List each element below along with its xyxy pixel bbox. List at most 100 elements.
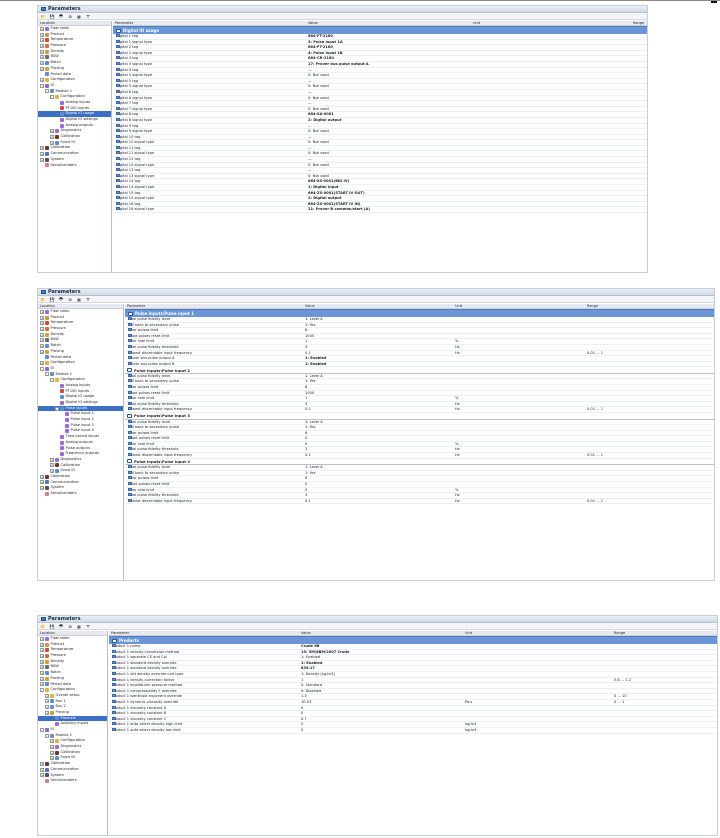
expander-icon[interactable]: +	[40, 761, 44, 766]
value-cell[interactable]: 21: Prover B common/start (A)	[308, 207, 370, 213]
expander-icon[interactable]: +	[50, 457, 54, 462]
expander-icon[interactable]: +	[40, 26, 44, 31]
value-cell[interactable]: 1: Enabled	[305, 362, 326, 368]
expander-icon[interactable]: +	[40, 66, 44, 71]
col-parameter[interactable]: Parameter	[111, 631, 129, 636]
table-row[interactable]: Lowest discernable input frequency 0.1 Hz 0…	[125, 453, 714, 459]
expander-icon[interactable]: +	[45, 705, 49, 710]
print-icon[interactable]: 🖶	[58, 13, 64, 19]
open-icon[interactable]: 📂	[40, 624, 46, 629]
expander-icon[interactable]: +	[40, 146, 44, 151]
value-cell[interactable]: 0.1	[305, 499, 311, 505]
expander-icon[interactable]: -	[40, 366, 44, 371]
grid-icon[interactable]: ▦	[76, 14, 82, 19]
expander-icon[interactable]: +	[50, 129, 54, 134]
save-icon[interactable]: 💾	[49, 624, 55, 629]
table-row[interactable]: Prover bus pulse output B 1: Enabled	[125, 361, 714, 368]
expander-icon[interactable]: +	[40, 38, 44, 43]
expander-icon[interactable]: +	[40, 642, 44, 647]
expander-icon[interactable]: -	[45, 372, 49, 377]
filter-icon[interactable]: ⛛	[85, 624, 91, 629]
expander-icon[interactable]: +	[40, 32, 44, 37]
expander-icon[interactable]: -	[50, 378, 54, 383]
col-range[interactable]: Range	[587, 304, 598, 309]
grid-icon[interactable]: ▦	[76, 297, 82, 302]
expander-icon[interactable]: +	[45, 699, 49, 704]
expander-icon[interactable]: +	[45, 693, 49, 698]
tree-item[interactable]: Serialnumbers	[38, 163, 111, 169]
expander-icon[interactable]: +	[40, 338, 44, 343]
expander-icon[interactable]: +	[40, 682, 44, 687]
expander-icon[interactable]: +	[40, 326, 44, 331]
value-cell[interactable]: 0.1	[305, 407, 311, 413]
tree-icon[interactable]: ⊞	[67, 14, 73, 19]
expander-icon[interactable]: +	[40, 767, 44, 772]
col-parameter[interactable]: Parameter	[115, 21, 133, 26]
expander-icon[interactable]: +	[40, 773, 44, 778]
open-icon[interactable]: 📂	[40, 14, 46, 19]
expander-icon[interactable]: +	[40, 49, 44, 54]
col-unit[interactable]: Unit	[465, 631, 472, 636]
print-icon[interactable]: 🖶	[58, 296, 64, 302]
expander-icon[interactable]: +	[40, 636, 44, 641]
expander-icon[interactable]: +	[40, 332, 44, 337]
col-range[interactable]: Range	[633, 21, 644, 26]
expander-icon[interactable]: +	[40, 343, 44, 348]
save-icon[interactable]: 💾	[49, 14, 55, 19]
expander-icon[interactable]: +	[40, 55, 44, 60]
table-row[interactable]: Lowest discernable input frequency 0.1 Hz 0…	[125, 498, 714, 505]
table-row[interactable]: Product 1 auto select density low limit 0…	[109, 727, 717, 734]
expander-icon[interactable]: +	[40, 653, 44, 658]
print-icon[interactable]: 🖶	[58, 623, 64, 629]
expander-icon[interactable]: +	[40, 659, 44, 664]
expander-icon[interactable]: +	[45, 710, 49, 715]
expander-icon[interactable]: -	[40, 727, 44, 732]
col-range[interactable]: Range	[614, 631, 625, 636]
expander-icon[interactable]: +	[50, 739, 54, 744]
expander-icon[interactable]: +	[40, 349, 44, 354]
expander-icon[interactable]: +	[40, 665, 44, 670]
tree-icon[interactable]: ⊞	[67, 297, 73, 302]
col-value[interactable]: Value	[305, 304, 315, 309]
expander-icon[interactable]: -	[45, 733, 49, 738]
expander-icon[interactable]: +	[40, 78, 44, 83]
open-icon[interactable]: 📂	[40, 297, 46, 302]
col-unit[interactable]: Unit	[473, 21, 480, 26]
expander-icon[interactable]: +	[40, 321, 44, 326]
value-cell[interactable]: 0.1	[305, 453, 311, 459]
expander-icon[interactable]: +	[40, 157, 44, 162]
expander-icon[interactable]: +	[40, 648, 44, 653]
expander-icon[interactable]: +	[40, 670, 44, 675]
tree-item[interactable]: Serialnumbers	[38, 491, 123, 497]
tree-icon[interactable]: ⊞	[67, 624, 73, 629]
table-row[interactable]: Lowest discernable input frequency 0.1 Hz 0…	[125, 407, 714, 413]
filter-icon[interactable]: ⛛	[85, 297, 91, 302]
expander-icon[interactable]: +	[50, 463, 54, 468]
col-parameter[interactable]: Parameter	[127, 304, 145, 309]
expander-icon[interactable]: -	[40, 83, 44, 88]
filter-icon[interactable]: ⛛	[85, 14, 91, 19]
expander-icon[interactable]: +	[40, 486, 44, 491]
grid-icon[interactable]: ▦	[76, 624, 82, 629]
expander-icon[interactable]: +	[40, 43, 44, 48]
expander-icon[interactable]: -	[40, 688, 44, 693]
expander-icon[interactable]: +	[40, 480, 44, 485]
expander-icon[interactable]: -	[55, 406, 59, 411]
expander-icon[interactable]: +	[40, 361, 44, 366]
col-unit[interactable]: Unit	[455, 304, 462, 309]
expander-icon[interactable]: +	[40, 315, 44, 320]
expander-icon[interactable]: +	[50, 469, 54, 474]
expander-icon[interactable]: +	[40, 676, 44, 681]
save-icon[interactable]: 💾	[49, 297, 55, 302]
expander-icon[interactable]: +	[50, 134, 54, 139]
col-value[interactable]: Value	[301, 631, 311, 636]
expander-icon[interactable]: +	[40, 309, 44, 314]
expander-icon[interactable]: +	[50, 140, 54, 145]
col-value[interactable]: Value	[308, 21, 318, 26]
expander-icon[interactable]: +	[50, 750, 54, 755]
table-row[interactable]: Digital 16 signal type 21: Prover B commo…	[113, 207, 647, 213]
expander-icon[interactable]: +	[40, 151, 44, 156]
expander-icon[interactable]: -	[45, 89, 49, 94]
expander-icon[interactable]: +	[40, 474, 44, 479]
expander-icon[interactable]: +	[50, 756, 54, 761]
